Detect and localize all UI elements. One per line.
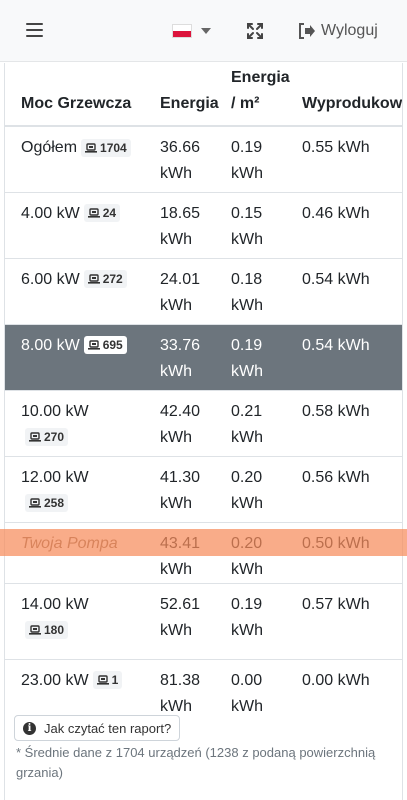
header-produced-per-m2: Wyprodukowano / m²: [302, 95, 403, 112]
power-label: 4.00 kW: [21, 204, 80, 222]
cell-produced-per-m2: 0.54 kWh: [286, 324, 402, 390]
cell-energy: 41.30 kWh: [160, 468, 201, 512]
power-label: 10.00 kW: [21, 402, 89, 420]
cell-produced-per-m2: 0.57 kWh: [302, 595, 370, 613]
chevron-down-icon[interactable]: [201, 28, 211, 34]
cell-energy-per-m2: 0.21 kWh: [231, 402, 263, 446]
power-label: 14.00 kW: [21, 595, 89, 613]
table-row: Ogółem 1704 36.66 kWh 0.19 kWh 0.55 kWh: [5, 126, 402, 192]
cell-produced-per-m2: 0.54 kWh: [302, 270, 370, 288]
cell-power: Twoja Pompa: [5, 522, 144, 583]
device-count: 1: [111, 673, 119, 688]
cell-power: 10.00 kW 270: [5, 390, 144, 456]
logout-button[interactable]: Wyloguj: [298, 21, 378, 41]
table-row: 23.00 kW 1 81.38 kWh 0.00 kWh 0.00 kWh: [5, 659, 402, 723]
device-count-badge[interactable]: 24: [83, 204, 121, 223]
laptop-icon: [87, 340, 100, 350]
device-count: 258: [44, 496, 65, 511]
table-header-row: Moc Grzewcza Energia Energia / m² Wyprod…: [5, 63, 403, 126]
cell-energy-per-m2: 0.00 kWh: [231, 671, 263, 715]
laptop-icon: [85, 143, 98, 153]
cell-produced-per-m2: 0.56 kWh: [302, 468, 370, 486]
device-count-badge[interactable]: 270: [25, 428, 69, 447]
table-row: 14.00 kW 180 52.61 kWh 0.19 kWh 0.57 kWh: [5, 583, 402, 659]
table-row: 10.00 kW 270 42.40 kWh 0.21 kWh 0.58 kWh: [5, 390, 402, 456]
laptop-icon: [29, 498, 41, 508]
device-count: 1704: [100, 140, 127, 155]
device-count-badge[interactable]: 695: [83, 336, 127, 355]
laptop-icon: [87, 274, 100, 284]
header-energy-per-m2: Energia / m²: [231, 69, 290, 112]
cell-energy: 36.66 kWh: [160, 139, 201, 182]
laptop-icon: [29, 625, 41, 635]
flag-pl-icon[interactable]: [172, 24, 192, 38]
device-count-badge[interactable]: 1704: [81, 138, 131, 157]
cell-produced-per-m2: 0.00 kWh: [302, 671, 370, 689]
table-row: 6.00 kW 272 24.01 kWh 0.18 kWh 0.54 kWh: [5, 258, 402, 324]
cell-energy-per-m2: 0.20 kWh: [215, 522, 286, 583]
device-count-badge[interactable]: 272: [83, 270, 127, 289]
device-count: 24: [102, 206, 117, 221]
cell-power: 6.00 kW 272: [5, 258, 144, 324]
report-table: Moc Grzewcza Energia Energia / m² Wyprod…: [5, 63, 403, 723]
cell-energy-per-m2: 0.15 kWh: [231, 204, 263, 248]
report-card: Moc Grzewcza Energia Energia / m² Wyprod…: [4, 63, 403, 800]
table-row: 4.00 kW 24 18.65 kWh 0.15 kWh 0.46 kWh: [5, 192, 402, 258]
table-row: 12.00 kW 258 41.30 kWh 0.20 kWh 0.56 kWh: [5, 456, 402, 522]
cell-energy: 42.40 kWh: [160, 402, 201, 446]
power-label: 23.00 kW: [21, 671, 89, 689]
cell-energy: 24.01 kWh: [160, 270, 201, 314]
help-button-label: Jak czytać ten raport?: [44, 720, 172, 736]
info-icon: i: [23, 721, 36, 735]
help-button[interactable]: i Jak czytać ten raport?: [14, 715, 181, 741]
table-row: Twoja Pompa 43.41 kWh 0.20 kWh 0.50 kWh: [5, 522, 402, 583]
table-row: 8.00 kW 695 33.76 kWh 0.19 kWh 0.54 kWh: [5, 324, 402, 390]
cell-energy-per-m2: 0.19 kWh: [231, 139, 263, 182]
cell-produced-per-m2: 0.58 kWh: [302, 402, 370, 420]
top-navbar: Wyloguj: [0, 0, 407, 62]
cell-produced-per-m2: 0.46 kWh: [302, 204, 370, 222]
expand-icon[interactable]: [246, 22, 264, 40]
cell-energy: 43.41 kWh: [144, 522, 215, 583]
device-count: 272: [102, 272, 123, 287]
header-energy: Energia: [160, 95, 219, 112]
cell-energy: 52.61 kWh: [160, 595, 201, 639]
device-count-badge[interactable]: 180: [25, 621, 69, 640]
cell-energy-per-m2: 0.18 kWh: [231, 270, 263, 314]
logout-label: Wyloguj: [321, 22, 378, 39]
cell-produced-per-m2: 0.50 kWh: [286, 522, 402, 583]
device-count: 695: [102, 338, 123, 353]
laptop-icon: [96, 675, 109, 685]
logout-icon: [299, 23, 315, 39]
power-label: Ogółem: [21, 139, 78, 156]
cell-energy: 81.38 kWh: [160, 671, 201, 715]
power-label: 6.00 kW: [21, 270, 80, 288]
laptop-icon: [29, 432, 41, 442]
cell-power: 14.00 kW 180: [5, 583, 144, 659]
cell-power: 12.00 kW 258: [5, 456, 144, 522]
cell-produced-per-m2: 0.55 kWh: [302, 139, 370, 156]
cell-power: 4.00 kW 24: [5, 192, 144, 258]
device-count-badge[interactable]: 1: [92, 671, 123, 690]
power-label: 12.00 kW: [21, 468, 89, 486]
cell-energy: 33.76 kWh: [144, 324, 215, 390]
device-count-badge[interactable]: 258: [25, 494, 69, 513]
header-heating-power: Moc Grzewcza: [21, 95, 132, 112]
footnote: * Średnie dane z 1704 urządzeń (1238 z p…: [16, 745, 376, 780]
cell-power: 23.00 kW 1: [5, 659, 144, 723]
cell-energy-per-m2: 0.19 kWh: [231, 595, 263, 639]
device-count: 270: [44, 430, 65, 445]
laptop-icon: [87, 208, 100, 218]
device-count: 180: [44, 623, 65, 638]
cell-energy-per-m2: 0.20 kWh: [231, 468, 263, 512]
cell-energy: 18.65 kWh: [160, 204, 201, 248]
power-label: Twoja Pompa: [21, 534, 118, 552]
cell-power: 8.00 kW 695: [5, 324, 144, 390]
hamburger-icon[interactable]: [26, 23, 43, 37]
cell-energy-per-m2: 0.19 kWh: [215, 324, 286, 390]
power-label: 8.00 kW: [21, 336, 80, 354]
cell-power: Ogółem 1704: [5, 126, 144, 192]
